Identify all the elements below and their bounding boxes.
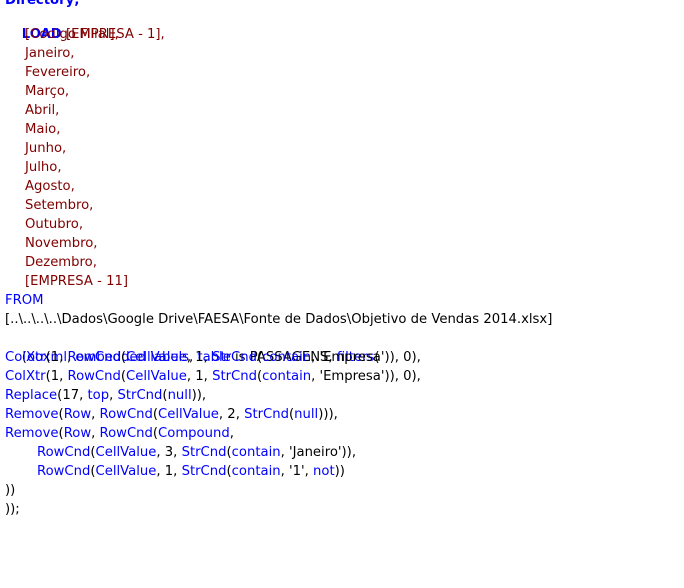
code-text-token: , 1, — [186, 350, 213, 365]
code-text-token: (1, — [45, 350, 68, 365]
code-text-token: )), — [191, 388, 207, 403]
code-function-token: contain — [231, 445, 281, 460]
code-function-token: StrCnd — [244, 407, 289, 422]
code-text-token: , '1', — [280, 464, 314, 479]
code-text-token: )) — [334, 464, 345, 479]
code-text-token: (1, — [45, 369, 68, 384]
code-function-token: StrCnd — [117, 388, 163, 403]
load-line: LOAD [EMPRESA - 1], — [5, 6, 165, 42]
code-function-token: contain — [262, 350, 312, 365]
field-name: Abril, — [25, 103, 60, 118]
code-function-token: not — [313, 464, 335, 479]
field-name: Dezembro, — [25, 255, 97, 270]
field-name: Março, — [25, 84, 70, 99]
code-function-token: RowCnd — [99, 407, 153, 422]
closing-line: )); — [5, 502, 20, 517]
code-function-token: top — [87, 388, 110, 403]
from-keyword: FROM — [5, 293, 44, 308]
code-function-token: RowCnd — [37, 445, 91, 460]
code-text-token: , 2, — [218, 407, 245, 422]
code-text-token: , 3, — [156, 445, 182, 460]
source-path: [..\..\..\..\Dados\Google Drive\FAESA\Fo… — [5, 312, 553, 327]
code-function-token: null — [294, 407, 319, 422]
code-function-token: Row — [63, 407, 92, 422]
code-function-token: RowCnd — [67, 369, 121, 384]
code-text-token: , — [91, 407, 100, 422]
code-function-token: contain — [262, 369, 312, 384]
field-name: Novembro, — [25, 236, 98, 251]
code-function-token: ColXtr — [5, 350, 46, 365]
script-editor[interactable]: Directory; LOAD [EMPRESA - 1], [Codigo F… — [0, 0, 684, 588]
code-function-token: CellValue — [95, 445, 157, 460]
code-function-token: Remove — [5, 407, 59, 422]
code-text-token: , 'Janeiro')), — [280, 445, 357, 460]
field-name: Setembro, — [25, 198, 94, 213]
code-function-token: CellValue — [158, 407, 219, 422]
closing-line: )) — [5, 483, 16, 498]
filter-line: Replace(17, top, StrCnd(null)), — [5, 386, 206, 405]
compound-line: RowCnd(CellValue, 1, StrCnd(contain, '1'… — [37, 462, 345, 481]
field-name: Junho, — [25, 141, 67, 156]
filter-line: ColXtr(1, RowCnd(CellValue, 1, StrCnd(co… — [5, 348, 421, 367]
code-function-token: CellValue — [126, 350, 187, 365]
code-text-token: , 1, — [156, 464, 182, 479]
field-name: Janeiro, — [25, 46, 75, 61]
code-function-token: StrCnd — [181, 445, 227, 460]
code-function-token: CellValue — [126, 369, 187, 384]
field-name: Julho, — [25, 160, 62, 175]
code-function-token: Remove — [5, 426, 59, 441]
code-function-token: null — [167, 388, 192, 403]
code-function-token: StrCnd — [212, 350, 257, 365]
code-function-token: RowCnd — [99, 426, 153, 441]
field-name: Outubro, — [25, 217, 84, 232]
field-name: Agosto, — [25, 179, 75, 194]
field-name: Fevereiro, — [25, 65, 91, 80]
code-function-token: StrCnd — [181, 464, 227, 479]
code-text-token: , — [109, 388, 118, 403]
code-text-token: , 'Empresa')), 0), — [311, 350, 421, 365]
code-text-token: , 'Empresa')), 0), — [311, 369, 421, 384]
code-function-token: RowCnd — [67, 350, 121, 365]
code-function-token: StrCnd — [212, 369, 257, 384]
code-text-token: , — [229, 426, 234, 441]
code-text-token: ))), — [318, 407, 338, 422]
compound-line: RowCnd(CellValue, 3, StrCnd(contain, 'Ja… — [37, 443, 356, 462]
code-function-token: CellValue — [95, 464, 157, 479]
code-function-token: contain — [231, 464, 281, 479]
code-text-token: , 1, — [186, 369, 213, 384]
code-text-token: , — [91, 426, 100, 441]
format-spec-line: (ooxml, embedded labels, table is PASSAG… — [21, 350, 380, 365]
field-name: [EMPRESA - 11] — [25, 274, 129, 289]
code-function-token: RowCnd — [37, 464, 91, 479]
code-text-token: (17, — [57, 388, 88, 403]
field-name: Maio, — [25, 122, 61, 137]
code-function-token: ColXtr — [5, 369, 46, 384]
field-name: [Codigo Filial], — [25, 27, 119, 42]
code-function-token: Replace — [5, 388, 58, 403]
code-function-token: Row — [63, 426, 92, 441]
code-function-token: Compound — [158, 426, 230, 441]
filter-line: ColXtr(1, RowCnd(CellValue, 1, StrCnd(co… — [5, 367, 421, 386]
filter-line: Remove(Row, RowCnd(CellValue, 2, StrCnd(… — [5, 405, 338, 424]
filter-line: Remove(Row, RowCnd(Compound, — [5, 424, 234, 443]
